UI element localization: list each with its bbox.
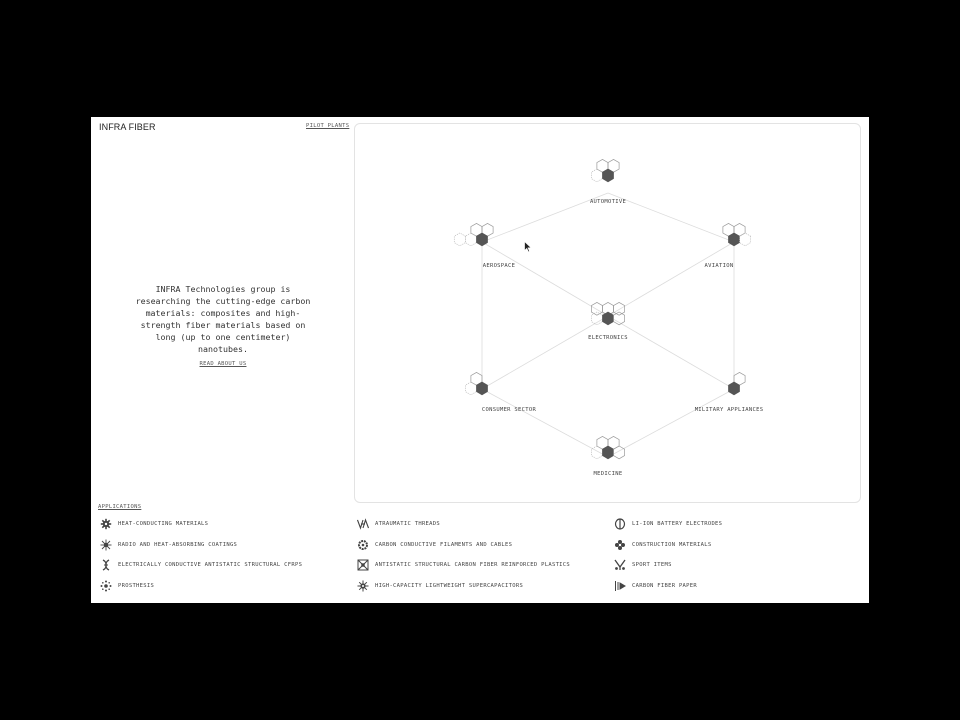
app-item-heat-conducting[interactable]: HEAT-CONDUCTING MATERIALS: [100, 517, 208, 531]
edge-consumer-medicine: [481, 388, 609, 458]
app-item-radio-coatings[interactable]: RADIO AND HEAT-ABSORBING COATINGS: [100, 538, 237, 552]
edge-aerospace-electronics: [481, 241, 609, 317]
node-military-appliances[interactable]: MILITARY APPLIANCES: [695, 407, 764, 413]
applications-title[interactable]: APPLICATIONS: [98, 504, 141, 510]
flower-icon: [615, 540, 625, 550]
app-item-prosthesis[interactable]: PROSTHESIS: [100, 579, 154, 593]
hex-cell: [591, 301, 603, 316]
mouse-cursor-icon: [524, 241, 532, 253]
read-about-us-link: READ ABOUT US: [91, 361, 355, 367]
app-item-construction[interactable]: CONSTRUCTION MATERIALS: [614, 538, 711, 552]
app-item-sport-items[interactable]: SPORT ITEMS: [614, 558, 672, 572]
edge-aviation-electronics: [607, 241, 735, 317]
app-label: ELECTRICALLY CONDUCTIVE ANTISTATIC STRUC…: [118, 562, 303, 568]
hex-cell: [602, 311, 614, 326]
node-aerospace[interactable]: AEROSPACE: [483, 263, 516, 269]
app-label: LI-ION BATTERY ELECTRODES: [632, 521, 723, 527]
app-item-supercapacitors[interactable]: HIGH-CAPACITY LIGHTWEIGHT SUPERCAPACITOR…: [357, 579, 523, 593]
app-label: PROSTHESIS: [118, 583, 155, 589]
hex-cell: [591, 445, 603, 460]
app-label: CARBON CONDUCTIVE FILAMENTS AND CABLES: [375, 542, 513, 548]
edge-electronics-military: [607, 315, 735, 390]
edge-electronics-consumer: [481, 315, 609, 390]
diagram-svg: AUTOMOTIVE AEROSPACE AVIATION ELECTRONIC…: [453, 158, 764, 477]
app-item-battery-electrodes[interactable]: LI-ION BATTERY ELECTRODES: [614, 517, 722, 531]
hex-cell: [728, 381, 740, 396]
ring-icon: [358, 540, 368, 550]
hex-cell: [591, 168, 603, 183]
hex-cell: [591, 311, 603, 326]
node-consumer-sector[interactable]: CONSUMER SECTOR: [482, 407, 537, 413]
hex-cell: [728, 232, 740, 247]
node-aviation[interactable]: AVIATION: [705, 263, 734, 269]
app-label: CONSTRUCTION MATERIALS: [632, 542, 712, 548]
read-about-us-label[interactable]: READ ABOUT US: [200, 361, 247, 367]
app-label: RADIO AND HEAT-ABSORBING COATINGS: [118, 542, 238, 548]
hex-cell: [602, 168, 614, 183]
hex-cell: [465, 381, 477, 396]
app-item-atraumatic-threads[interactable]: ATRAUMATIC THREADS: [357, 517, 440, 531]
node-automotive[interactable]: AUTOMOTIVE: [590, 199, 626, 205]
hex-cell: [613, 311, 625, 326]
hex-cell: [476, 381, 488, 396]
grid-icon: [357, 559, 369, 571]
app-item-fiber-paper[interactable]: CARBON FIBER PAPER: [614, 579, 697, 593]
racket-icon: [614, 559, 626, 570]
hex-cell: [613, 445, 625, 460]
burst-icon: [100, 539, 112, 551]
app-label: SPORT ITEMS: [632, 562, 672, 568]
pilot-plants-link[interactable]: PILOT PLANTS: [306, 123, 349, 129]
brand-logo[interactable]: INFRA FIBER: [99, 122, 156, 132]
hex-cell: [465, 232, 477, 247]
app-item-conductive-filaments[interactable]: CARBON CONDUCTIVE FILAMENTS AND CABLES: [357, 538, 512, 552]
hex-cell: [613, 301, 625, 316]
hex-cell: [476, 232, 488, 247]
edge-military-medicine: [607, 388, 735, 458]
app-label: ANTISTATIC STRUCTURAL CARBON FIBER REINF…: [375, 562, 571, 568]
app-label: ATRAUMATIC THREADS: [375, 521, 441, 527]
edge-automotive-aviation: [607, 192, 735, 243]
gear-icon: [100, 518, 112, 530]
intro-text: INFRA Technologies group is researching …: [135, 284, 311, 354]
applications-diagram: AUTOMOTIVE AEROSPACE AVIATION ELECTRONIC…: [354, 123, 861, 503]
hex-cell: [453, 232, 466, 247]
helix-icon: [102, 559, 110, 571]
app-item-antistatic-cfrp[interactable]: ANTISTATIC STRUCTURAL CARBON FIBER REINF…: [357, 558, 570, 572]
dots-icon: [100, 580, 112, 592]
app-label: HIGH-CAPACITY LIGHTWEIGHT SUPERCAPACITOR…: [375, 583, 524, 589]
node-electronics[interactable]: ELECTRONICS: [588, 335, 628, 341]
hex-cell: [602, 445, 614, 460]
paper-icon: [615, 581, 626, 591]
app-label: CARBON FIBER PAPER: [632, 583, 698, 589]
page: INFRA FIBER PILOT PLANTS INFRA Technolog…: [91, 117, 869, 603]
battery-icon: [614, 518, 626, 530]
spark-icon: [357, 580, 369, 592]
node-medicine[interactable]: MEDICINE: [594, 471, 623, 477]
app-label: HEAT-CONDUCTING MATERIALS: [118, 521, 209, 527]
app-item-conductive-cfrps[interactable]: ELECTRICALLY CONDUCTIVE ANTISTATIC STRUC…: [100, 558, 302, 572]
threads-icon: [357, 518, 369, 530]
